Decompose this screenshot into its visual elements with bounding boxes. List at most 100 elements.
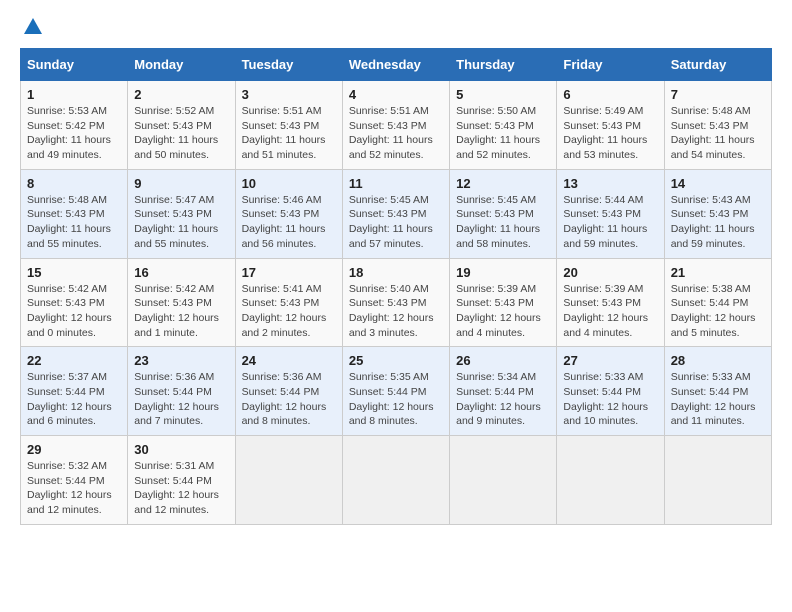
calendar-day-cell: 28 Sunrise: 5:33 AM Sunset: 5:44 PM Dayli… bbox=[664, 347, 771, 436]
calendar-day-cell: 19 Sunrise: 5:39 AM Sunset: 5:43 PM Dayli… bbox=[450, 258, 557, 347]
calendar-table: SundayMondayTuesdayWednesdayThursdayFrid… bbox=[20, 48, 772, 525]
day-number: 7 bbox=[671, 87, 765, 102]
calendar-day-cell: 6 Sunrise: 5:49 AM Sunset: 5:43 PM Daylig… bbox=[557, 81, 664, 170]
day-of-week-header: Sunday bbox=[21, 49, 128, 81]
day-info: Sunrise: 5:48 AM Sunset: 5:43 PM Dayligh… bbox=[671, 104, 765, 163]
day-number: 21 bbox=[671, 265, 765, 280]
day-number: 9 bbox=[134, 176, 228, 191]
calendar-day-cell bbox=[342, 436, 449, 525]
day-number: 29 bbox=[27, 442, 121, 457]
calendar-day-cell: 18Sunrise: 5:40 AM Sunset: 5:43 PM Dayli… bbox=[342, 258, 449, 347]
calendar-week-row: 22 Sunrise: 5:37 AM Sunset: 5:44 PM Dayli… bbox=[21, 347, 772, 436]
day-number: 17 bbox=[242, 265, 336, 280]
calendar-week-row: 29 Sunrise: 5:32 AM Sunset: 5:44 PM Dayli… bbox=[21, 436, 772, 525]
day-number: 8 bbox=[27, 176, 121, 191]
day-number: 1 bbox=[27, 87, 121, 102]
day-number: 12 bbox=[456, 176, 550, 191]
calendar-day-cell: 17 Sunrise: 5:41 AM Sunset: 5:43 PM Dayli… bbox=[235, 258, 342, 347]
day-info: Sunrise: 5:32 AM Sunset: 5:44 PM Dayligh… bbox=[27, 459, 121, 518]
calendar-day-cell: 2 Sunrise: 5:52 AM Sunset: 5:43 PM Daylig… bbox=[128, 81, 235, 170]
day-number: 22 bbox=[27, 353, 121, 368]
day-info: Sunrise: 5:41 AM Sunset: 5:43 PM Dayligh… bbox=[242, 282, 336, 341]
day-number: 20 bbox=[563, 265, 657, 280]
day-info: Sunrise: 5:50 AM Sunset: 5:43 PM Dayligh… bbox=[456, 104, 550, 163]
calendar-day-cell bbox=[235, 436, 342, 525]
calendar-day-cell: 11 Sunrise: 5:45 AM Sunset: 5:43 PM Dayli… bbox=[342, 169, 449, 258]
calendar-day-cell: 29 Sunrise: 5:32 AM Sunset: 5:44 PM Dayli… bbox=[21, 436, 128, 525]
calendar-day-cell: 12 Sunrise: 5:45 AM Sunset: 5:43 PM Dayli… bbox=[450, 169, 557, 258]
day-info: Sunrise: 5:40 AM Sunset: 5:43 PM Dayligh… bbox=[349, 282, 443, 341]
day-info: Sunrise: 5:36 AM Sunset: 5:44 PM Dayligh… bbox=[134, 370, 228, 429]
logo-icon bbox=[22, 16, 44, 38]
calendar-day-cell: 16 Sunrise: 5:42 AM Sunset: 5:43 PM Dayli… bbox=[128, 258, 235, 347]
day-of-week-header: Monday bbox=[128, 49, 235, 81]
page-header bbox=[20, 20, 772, 38]
day-of-week-header: Friday bbox=[557, 49, 664, 81]
calendar-day-cell: 7 Sunrise: 5:48 AM Sunset: 5:43 PM Daylig… bbox=[664, 81, 771, 170]
day-number: 3 bbox=[242, 87, 336, 102]
day-number: 25 bbox=[349, 353, 443, 368]
day-info: Sunrise: 5:39 AM Sunset: 5:43 PM Dayligh… bbox=[563, 282, 657, 341]
day-info: Sunrise: 5:47 AM Sunset: 5:43 PM Dayligh… bbox=[134, 193, 228, 252]
calendar-day-cell: 3Sunrise: 5:51 AM Sunset: 5:43 PM Daylig… bbox=[235, 81, 342, 170]
day-info: Sunrise: 5:33 AM Sunset: 5:44 PM Dayligh… bbox=[671, 370, 765, 429]
day-number: 28 bbox=[671, 353, 765, 368]
day-info: Sunrise: 5:42 AM Sunset: 5:43 PM Dayligh… bbox=[134, 282, 228, 341]
calendar-day-cell: 13Sunrise: 5:44 AM Sunset: 5:43 PM Dayli… bbox=[557, 169, 664, 258]
calendar-day-cell: 14 Sunrise: 5:43 AM Sunset: 5:43 PM Dayli… bbox=[664, 169, 771, 258]
day-number: 13 bbox=[563, 176, 657, 191]
day-of-week-header: Wednesday bbox=[342, 49, 449, 81]
day-number: 24 bbox=[242, 353, 336, 368]
calendar-day-cell: 10 Sunrise: 5:46 AM Sunset: 5:43 PM Dayli… bbox=[235, 169, 342, 258]
day-number: 16 bbox=[134, 265, 228, 280]
calendar-day-cell: 21 Sunrise: 5:38 AM Sunset: 5:44 PM Dayli… bbox=[664, 258, 771, 347]
day-number: 2 bbox=[134, 87, 228, 102]
calendar-week-row: 8 Sunrise: 5:48 AM Sunset: 5:43 PM Daylig… bbox=[21, 169, 772, 258]
day-number: 5 bbox=[456, 87, 550, 102]
day-info: Sunrise: 5:31 AM Sunset: 5:44 PM Dayligh… bbox=[134, 459, 228, 518]
calendar-day-cell: 15 Sunrise: 5:42 AM Sunset: 5:43 PM Dayli… bbox=[21, 258, 128, 347]
day-info: Sunrise: 5:45 AM Sunset: 5:43 PM Dayligh… bbox=[349, 193, 443, 252]
day-info: Sunrise: 5:46 AM Sunset: 5:43 PM Dayligh… bbox=[242, 193, 336, 252]
day-info: Sunrise: 5:43 AM Sunset: 5:43 PM Dayligh… bbox=[671, 193, 765, 252]
day-info: Sunrise: 5:36 AM Sunset: 5:44 PM Dayligh… bbox=[242, 370, 336, 429]
calendar-day-cell bbox=[450, 436, 557, 525]
calendar-day-cell: 27 Sunrise: 5:33 AM Sunset: 5:44 PM Dayli… bbox=[557, 347, 664, 436]
calendar-day-cell: 22 Sunrise: 5:37 AM Sunset: 5:44 PM Dayli… bbox=[21, 347, 128, 436]
day-info: Sunrise: 5:34 AM Sunset: 5:44 PM Dayligh… bbox=[456, 370, 550, 429]
day-info: Sunrise: 5:39 AM Sunset: 5:43 PM Dayligh… bbox=[456, 282, 550, 341]
logo bbox=[20, 20, 44, 38]
day-info: Sunrise: 5:49 AM Sunset: 5:43 PM Dayligh… bbox=[563, 104, 657, 163]
calendar-day-cell: 1 Sunrise: 5:53 AM Sunset: 5:42 PM Daylig… bbox=[21, 81, 128, 170]
day-info: Sunrise: 5:52 AM Sunset: 5:43 PM Dayligh… bbox=[134, 104, 228, 163]
calendar-header-row: SundayMondayTuesdayWednesdayThursdayFrid… bbox=[21, 49, 772, 81]
calendar-day-cell: 9 Sunrise: 5:47 AM Sunset: 5:43 PM Daylig… bbox=[128, 169, 235, 258]
day-info: Sunrise: 5:37 AM Sunset: 5:44 PM Dayligh… bbox=[27, 370, 121, 429]
calendar-day-cell: 4 Sunrise: 5:51 AM Sunset: 5:43 PM Daylig… bbox=[342, 81, 449, 170]
day-info: Sunrise: 5:53 AM Sunset: 5:42 PM Dayligh… bbox=[27, 104, 121, 163]
calendar-day-cell: 8 Sunrise: 5:48 AM Sunset: 5:43 PM Daylig… bbox=[21, 169, 128, 258]
day-info: Sunrise: 5:48 AM Sunset: 5:43 PM Dayligh… bbox=[27, 193, 121, 252]
day-number: 11 bbox=[349, 176, 443, 191]
calendar-day-cell: 5 Sunrise: 5:50 AM Sunset: 5:43 PM Daylig… bbox=[450, 81, 557, 170]
day-number: 6 bbox=[563, 87, 657, 102]
day-number: 27 bbox=[563, 353, 657, 368]
day-number: 10 bbox=[242, 176, 336, 191]
day-number: 19 bbox=[456, 265, 550, 280]
day-number: 14 bbox=[671, 176, 765, 191]
calendar-day-cell: 20 Sunrise: 5:39 AM Sunset: 5:43 PM Dayli… bbox=[557, 258, 664, 347]
day-number: 4 bbox=[349, 87, 443, 102]
day-info: Sunrise: 5:33 AM Sunset: 5:44 PM Dayligh… bbox=[563, 370, 657, 429]
day-of-week-header: Thursday bbox=[450, 49, 557, 81]
calendar-day-cell: 25Sunrise: 5:35 AM Sunset: 5:44 PM Dayli… bbox=[342, 347, 449, 436]
calendar-week-row: 15 Sunrise: 5:42 AM Sunset: 5:43 PM Dayli… bbox=[21, 258, 772, 347]
day-info: Sunrise: 5:51 AM Sunset: 5:43 PM Dayligh… bbox=[349, 104, 443, 163]
calendar-day-cell: 24 Sunrise: 5:36 AM Sunset: 5:44 PM Dayli… bbox=[235, 347, 342, 436]
day-info: Sunrise: 5:42 AM Sunset: 5:43 PM Dayligh… bbox=[27, 282, 121, 341]
day-number: 15 bbox=[27, 265, 121, 280]
day-of-week-header: Tuesday bbox=[235, 49, 342, 81]
calendar-day-cell: 30Sunrise: 5:31 AM Sunset: 5:44 PM Dayli… bbox=[128, 436, 235, 525]
day-number: 23 bbox=[134, 353, 228, 368]
day-info: Sunrise: 5:45 AM Sunset: 5:43 PM Dayligh… bbox=[456, 193, 550, 252]
day-info: Sunrise: 5:38 AM Sunset: 5:44 PM Dayligh… bbox=[671, 282, 765, 341]
